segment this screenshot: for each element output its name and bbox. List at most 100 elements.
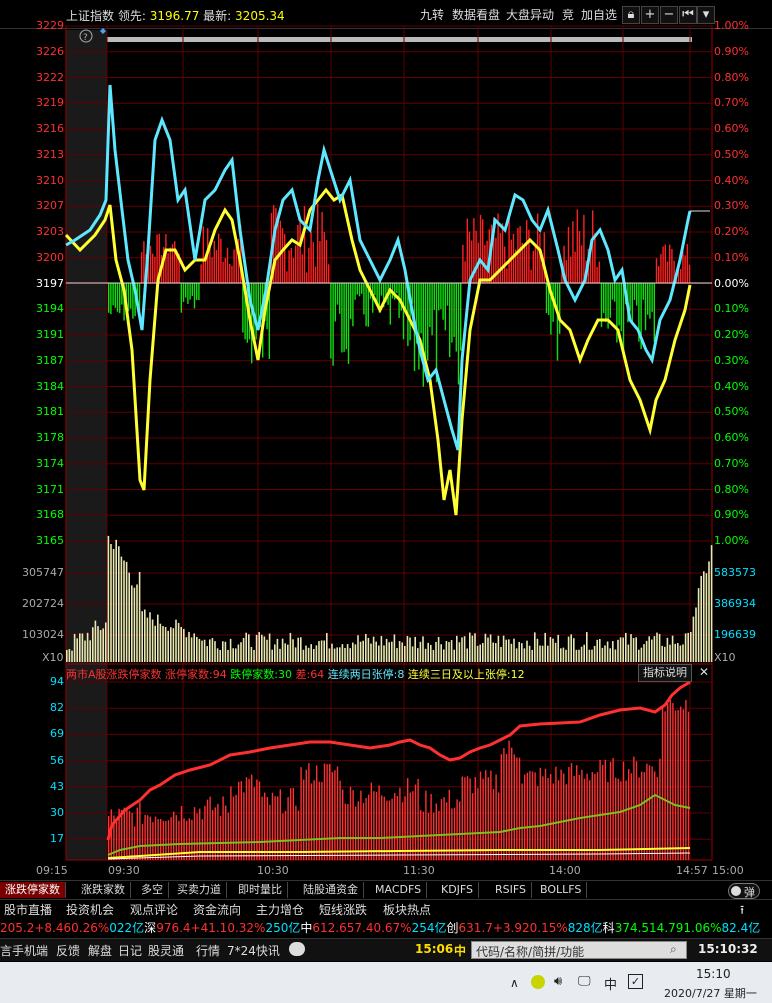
- service-tab[interactable]: 资金流向: [193, 901, 241, 918]
- limit-bar: [599, 759, 601, 860]
- limit-bar: [667, 703, 669, 860]
- price-axis-label: 3184: [36, 379, 64, 393]
- volume-bar: [565, 649, 567, 662]
- indicator-tab[interactable]: 涨跌停家数: [0, 882, 66, 898]
- timeline-scrollbar[interactable]: [107, 37, 692, 42]
- app-tray-icon[interactable]: [531, 975, 545, 989]
- search-box[interactable]: 代码/名称/简拼/功能 ⌕: [471, 941, 687, 959]
- diff-bar: [187, 283, 189, 304]
- volume-bar: [497, 635, 500, 662]
- volume-icon[interactable]: 🔊︎: [554, 974, 562, 989]
- diff-bar: [420, 283, 422, 334]
- diff-bar: [189, 283, 191, 300]
- service-tab[interactable]: 短线涨跌: [319, 901, 367, 918]
- close-panel-icon[interactable]: ✕: [697, 664, 711, 680]
- limit-bar: [617, 778, 619, 860]
- diff-bar: [299, 221, 301, 283]
- volume-bar: [164, 627, 167, 662]
- indicator-tab-bar: 涨跌停家数 涨跌家数 多空 买卖力道 即时量比 陆股通资金 MACDFS KDJFS RSIFS…: [0, 880, 772, 899]
- down-limit-value: 30: [277, 668, 292, 681]
- indicator-tab[interactable]: 买卖力道: [172, 882, 227, 898]
- indicator-tab[interactable]: 陆股通资金: [298, 882, 364, 898]
- diff-bar: [218, 233, 220, 283]
- search-icon[interactable]: ⌕: [670, 942, 677, 957]
- diff-bar: [633, 283, 636, 300]
- bottom-bar-item[interactable]: 手机端: [12, 942, 48, 959]
- volume-bar: [310, 644, 312, 662]
- taskbar-time[interactable]: 15:10: [696, 967, 731, 981]
- diff-bar: [165, 234, 167, 283]
- indicator-tab[interactable]: 多空: [136, 882, 169, 898]
- bottom-bar-item[interactable]: 言: [0, 942, 12, 959]
- bottom-bar-item[interactable]: 行情: [196, 942, 220, 959]
- limit-bar: [672, 703, 674, 860]
- service-tab[interactable]: 板块热点: [383, 901, 431, 918]
- limit-bar: [547, 778, 549, 860]
- service-tab[interactable]: 观点评论: [130, 901, 178, 918]
- network-icon[interactable]: 🖵︎: [578, 974, 591, 989]
- ticker-segment: 0.32%: [227, 921, 266, 935]
- indicator-tab[interactable]: 涨跌家数: [76, 882, 131, 898]
- indicator-tab[interactable]: BOLLFS: [535, 882, 588, 898]
- diff-bar: [462, 244, 464, 283]
- bottom-bar-item[interactable]: 解盘: [88, 942, 112, 959]
- limit-bar: [560, 769, 562, 860]
- limit-bar: [500, 754, 502, 860]
- time-label-1130: 11:30: [403, 864, 435, 877]
- diff-bar: [429, 283, 431, 328]
- service-tab[interactable]: 投资机会: [66, 901, 114, 918]
- volume-bar: [68, 649, 71, 662]
- limit-bar: [659, 758, 661, 860]
- limit-bar: [209, 796, 211, 860]
- tray-expand-icon[interactable]: ∧: [510, 976, 519, 990]
- service-tab[interactable]: 股市直播: [4, 901, 52, 918]
- limit-bar: [487, 777, 489, 860]
- limit-bar: [503, 748, 505, 860]
- limit-bar: [615, 777, 617, 860]
- diff-bar: [594, 233, 596, 283]
- bottom-bar-item[interactable]: 7*24快讯: [227, 942, 280, 959]
- taskbar-date[interactable]: 2020/7/27 星期一: [664, 985, 757, 1001]
- diff-bar: [297, 224, 299, 283]
- diff-bar: [438, 283, 440, 311]
- diff-bar: [211, 257, 213, 283]
- volume-bar: [651, 639, 653, 662]
- ime-indicator[interactable]: 中: [604, 974, 617, 993]
- limit-bar: [251, 774, 253, 860]
- volume-bar: [201, 640, 203, 662]
- limit-axis-label: 94: [50, 675, 64, 688]
- limit-up-bars: [108, 699, 690, 860]
- diff-bar: [116, 283, 119, 312]
- assistant-icon[interactable]: [289, 942, 305, 956]
- checkbox-tray-icon[interactable]: ✓: [628, 974, 643, 989]
- indicator-tab[interactable]: RSIFS: [490, 882, 532, 898]
- percent-axis-label: 0.70%: [714, 96, 749, 110]
- volume-bar: [695, 607, 697, 662]
- limit-bar: [669, 700, 671, 860]
- volume-bar: [518, 641, 520, 662]
- limit-bar: [651, 766, 653, 860]
- indicator-tab[interactable]: MACDFS: [370, 882, 428, 898]
- indicator-tab[interactable]: KDJFS: [436, 882, 480, 898]
- volume-bar: [638, 649, 640, 662]
- diff-bar: [543, 232, 545, 283]
- bottom-bar-item[interactable]: 日记: [118, 942, 142, 959]
- indicator-help-button[interactable]: 指标说明: [638, 664, 692, 682]
- volume-bar: [521, 643, 523, 662]
- diff-bar: [603, 283, 605, 314]
- diff-bar: [352, 283, 354, 327]
- bottom-bar-item[interactable]: 股灵通: [148, 942, 184, 959]
- volume-bar: [656, 632, 658, 662]
- limit-bar: [123, 807, 125, 860]
- price-axis-label: 3165: [36, 534, 64, 547]
- limit-bar: [243, 792, 245, 860]
- ticker-segment: 250亿: [265, 921, 301, 935]
- bottom-bar-item[interactable]: 反馈: [56, 942, 80, 959]
- service-tab[interactable]: 主力增仓: [256, 901, 304, 918]
- diff-bar: [455, 283, 457, 352]
- indicator-tab[interactable]: 即时量比: [233, 882, 288, 898]
- volume-bar: [445, 641, 448, 662]
- percent-axis-label: 0.50%: [714, 405, 749, 419]
- popup-toggle[interactable]: 弹: [728, 883, 760, 899]
- volume-bar: [690, 631, 692, 662]
